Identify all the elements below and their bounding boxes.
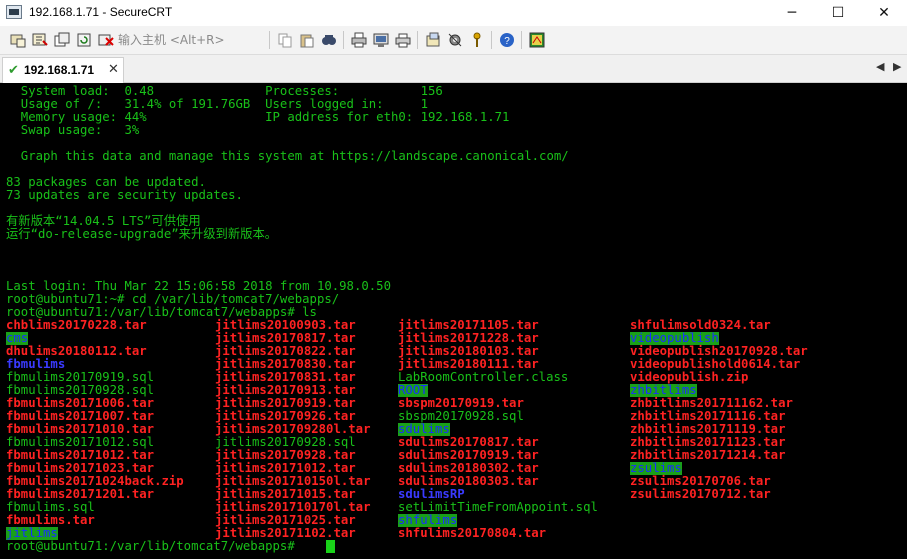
tab-close-icon[interactable]: ✕ [108,62,119,77]
terminal-cursor [326,540,335,553]
find-icon[interactable] [321,32,337,48]
global-options-icon[interactable] [447,32,463,48]
shell-prompt: root@ubuntu71:/var/lib/tomcat7/webapps# [6,539,303,553]
tab-scroll-left-icon[interactable]: ◀ [876,60,884,73]
print-screen-icon[interactable] [373,32,389,48]
session-options-icon[interactable] [425,32,441,48]
help-icon[interactable]: ? [499,32,515,48]
minimize-button[interactable]: ─ [769,0,815,26]
title-bar: 192.168.1.71 - SecureCRT ─ ☐ ✕ [0,0,907,26]
connect-tab-icon[interactable] [54,32,70,48]
terminal-line: Graph this data and manage this system a… [6,149,569,163]
window-title: 192.168.1.71 - SecureCRT [29,5,173,19]
maximize-button[interactable]: ☐ [815,0,861,26]
securecrt-app-icon [6,5,22,19]
connected-check-icon: ✔ [8,63,19,78]
key-icon[interactable] [469,32,485,48]
terminal-line: 运行“do-release-upgrade”来升级到新版本。 [6,227,278,241]
sftp-icon[interactable] [529,32,545,48]
print-icon[interactable] [351,32,367,48]
disconnect-icon[interactable] [98,32,114,48]
print-setup-icon[interactable] [395,32,411,48]
tab-scroll-right-icon[interactable]: ▶ [893,60,901,73]
svg-text:?: ? [504,36,510,47]
terminal-screen[interactable]: System load: 0.48 Processes: 156 Usage o… [0,83,907,559]
connect-icon[interactable] [10,32,26,48]
tab-label: 192.168.1.71 [24,63,95,77]
paste-icon[interactable] [299,32,315,48]
tab-192-168-1-71[interactable]: ✔ 192.168.1.71 ✕ [2,57,124,83]
ls-entry: shfulims20170804.tar [398,526,547,540]
toolbar: 输入主机 <Alt+R> ? [0,26,907,55]
copy-icon[interactable] [277,32,293,48]
session-tab-bar: ✔ 192.168.1.71 ✕ ◀ ▶ [0,55,907,83]
terminal-line: Swap usage: 3% [6,123,140,137]
quick-connect-icon[interactable] [32,32,48,48]
close-window-button[interactable]: ✕ [861,0,907,26]
terminal-line: 73 updates are security updates. [6,188,243,202]
host-input[interactable]: 输入主机 <Alt+R> [118,31,266,49]
ls-entry: zsulims20170712.tar [630,487,771,501]
reconnect-icon[interactable] [76,32,92,48]
